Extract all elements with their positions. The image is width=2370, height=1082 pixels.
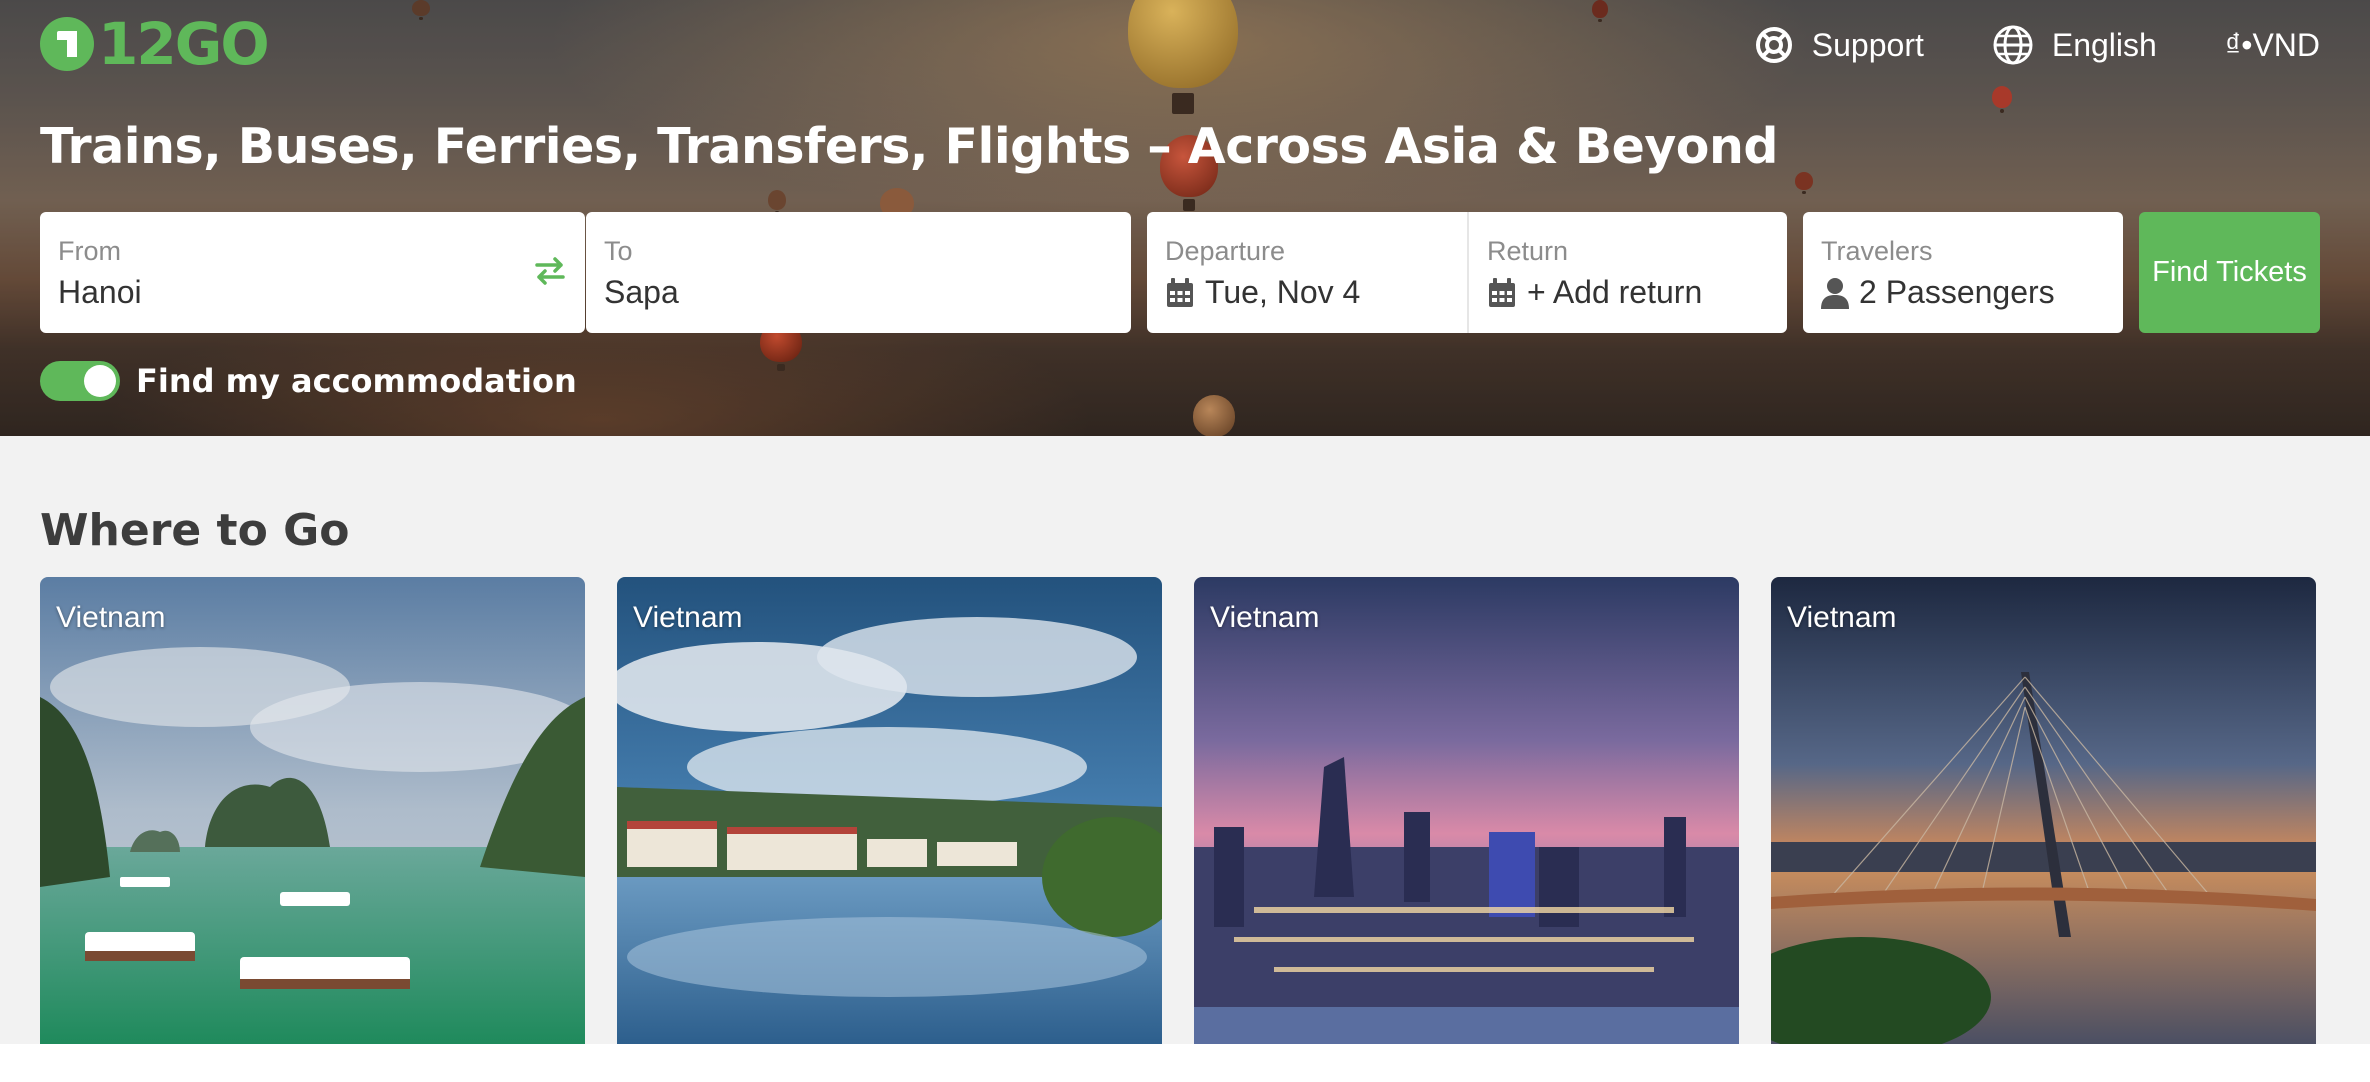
travelers-field[interactable]: Travelers 2 Passengers bbox=[1803, 212, 2123, 333]
to-value: Sapa bbox=[604, 274, 679, 310]
balloon-decoration bbox=[1193, 395, 1235, 436]
destination-card[interactable]: Vietnam bbox=[40, 577, 585, 1044]
departure-label: Departure bbox=[1165, 236, 1286, 266]
hero-headline: Trains, Buses, Ferries, Transfers, Fligh… bbox=[40, 118, 1778, 175]
travelers-value-wrap: 2 Passengers bbox=[1821, 274, 2055, 311]
accommodation-label: Find my accommodation bbox=[136, 362, 577, 400]
card-country-label: Vietnam bbox=[633, 601, 743, 634]
calendar-icon bbox=[1167, 277, 1193, 307]
lake-town-image bbox=[617, 577, 1162, 1044]
currency-label: ₫•VND bbox=[2224, 26, 2320, 63]
balloon-decoration bbox=[768, 190, 786, 215]
departure-value: Tue, Nov 4 bbox=[1205, 274, 1361, 310]
language-selector[interactable]: English bbox=[1992, 24, 2157, 66]
logo-text: 12GO bbox=[98, 10, 270, 78]
person-icon bbox=[1821, 277, 1849, 309]
where-to-go-title: Where to Go bbox=[40, 505, 350, 556]
balloon-decoration bbox=[1992, 86, 2012, 113]
support-label: Support bbox=[1811, 26, 1924, 63]
swap-icon[interactable] bbox=[533, 254, 567, 292]
globe-icon bbox=[1993, 25, 2033, 65]
departure-field[interactable]: Departure Tue, Nov 4 bbox=[1147, 212, 1467, 333]
card-country-label: Vietnam bbox=[56, 601, 166, 634]
language-label: English bbox=[2051, 26, 2157, 63]
departure-value-wrap: Tue, Nov 4 bbox=[1165, 274, 1360, 311]
bridge-sunset-image bbox=[1771, 577, 2316, 1044]
balloon-decoration bbox=[1592, 0, 1608, 22]
bay-boats-image bbox=[40, 577, 585, 1044]
destination-card[interactable]: Vietnam bbox=[1194, 577, 1739, 1044]
from-field[interactable]: From Hanoi bbox=[40, 212, 585, 333]
balloon-decoration bbox=[1795, 172, 1813, 194]
travelers-value: 2 Passengers bbox=[1859, 274, 2055, 310]
top-navigation: Support English ₫•VND bbox=[1754, 20, 2320, 70]
find-tickets-button[interactable]: Find Tickets bbox=[2139, 212, 2320, 333]
site-logo[interactable]: 12GO bbox=[40, 10, 270, 78]
destination-card[interactable]: Vietnam bbox=[1771, 577, 2316, 1044]
return-value: + Add return bbox=[1527, 274, 1703, 310]
to-label: To bbox=[604, 236, 633, 266]
from-label: From bbox=[58, 236, 121, 266]
to-field[interactable]: To Sapa bbox=[586, 212, 1131, 333]
currency-selector[interactable]: ₫•VND bbox=[2225, 27, 2320, 64]
support-link[interactable]: Support bbox=[1754, 25, 1924, 65]
calendar-icon bbox=[1489, 277, 1515, 307]
page-bottom-strip bbox=[0, 1044, 2370, 1082]
lifebuoy-icon bbox=[1755, 27, 1792, 63]
card-country-label: Vietnam bbox=[1210, 601, 1320, 634]
logo-mark-icon bbox=[40, 17, 94, 71]
toggle-knob bbox=[84, 365, 116, 397]
accommodation-toggle[interactable] bbox=[40, 361, 120, 401]
hero-banner: 12GO Support English ₫•VND Trains, Buses… bbox=[0, 0, 2370, 436]
return-value-wrap: + Add return bbox=[1487, 274, 1702, 311]
destination-card[interactable]: Vietnam bbox=[617, 577, 1162, 1044]
return-label: Return bbox=[1487, 236, 1569, 266]
return-field[interactable]: Return + Add return bbox=[1469, 212, 1787, 333]
city-skyline-image bbox=[1194, 577, 1739, 1044]
balloon-decoration bbox=[412, 0, 430, 20]
card-country-label: Vietnam bbox=[1787, 601, 1897, 634]
travelers-label: Travelers bbox=[1821, 236, 1933, 266]
from-value: Hanoi bbox=[58, 274, 142, 310]
